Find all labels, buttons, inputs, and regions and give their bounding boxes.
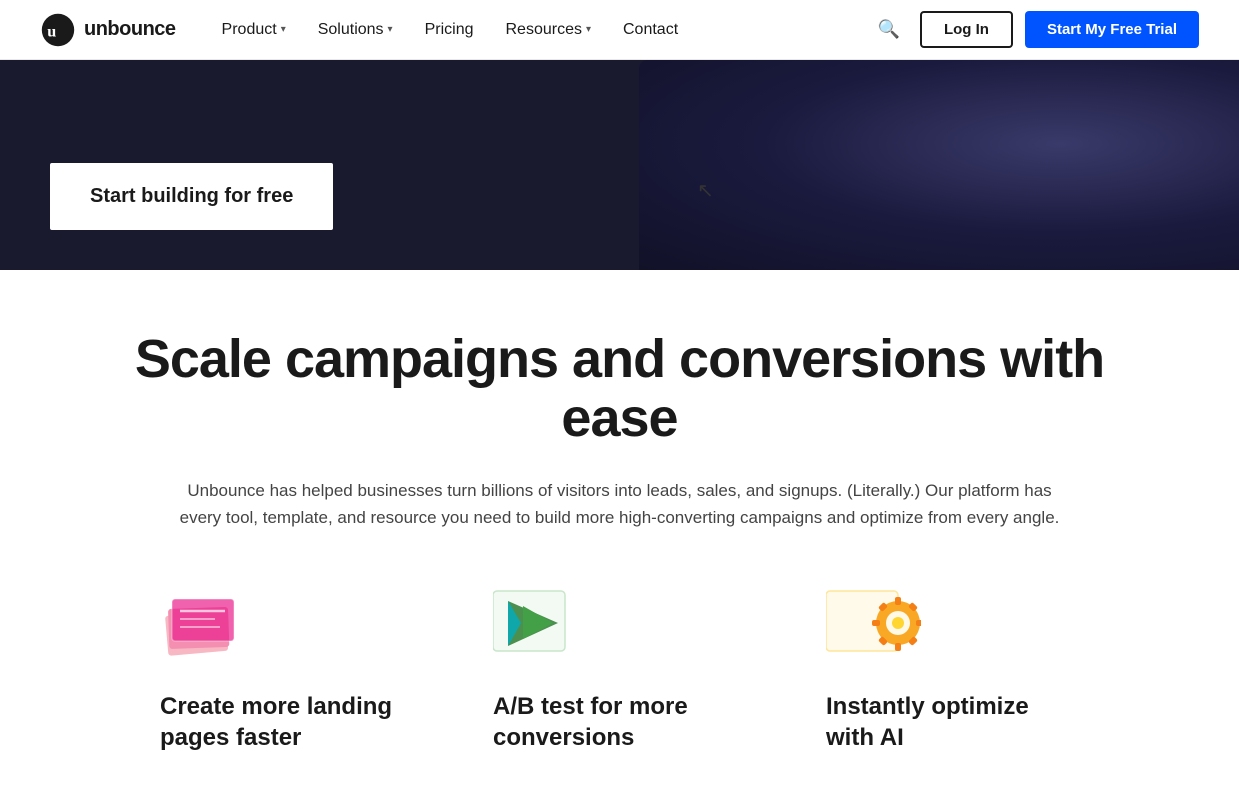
nav-product[interactable]: Product ▾ (208, 13, 300, 47)
hero-background-image (639, 60, 1239, 270)
start-trial-button[interactable]: Start My Free Trial (1025, 11, 1199, 48)
ai-optimize-icon-container (826, 581, 916, 671)
nav-pricing[interactable]: Pricing (411, 13, 488, 47)
search-icon: 🔍 (878, 19, 900, 39)
ab-test-icon-container (493, 581, 583, 671)
feature-ai-optimize: Instantly optimize with AI (786, 581, 1119, 753)
nav-actions: 🔍 Log In Start My Free Trial (870, 11, 1199, 48)
feature-ai-optimize-title: Instantly optimize with AI (826, 691, 1079, 753)
nav-contact[interactable]: Contact (609, 13, 692, 47)
feature-landing-pages: Create more landing pages faster (120, 581, 453, 753)
feature-landing-pages-title: Create more landing pages faster (160, 691, 413, 753)
search-button[interactable]: 🔍 (870, 11, 908, 48)
features-row: Create more landing pages faster A/B (80, 581, 1159, 753)
navbar: u unbounce Product ▾ Solutions ▾ Pricing… (0, 0, 1239, 60)
scale-section: Scale campaigns and conversions with eas… (0, 270, 1239, 794)
layers-icon (160, 581, 245, 661)
landing-pages-icon-container (160, 581, 250, 671)
hero-section: Start building for free (0, 60, 1239, 270)
ab-test-icon (493, 581, 578, 661)
feature-ab-test: A/B test for more conversions (453, 581, 786, 753)
nav-solutions[interactable]: Solutions ▾ (304, 13, 407, 47)
solutions-chevron-icon: ▾ (388, 24, 393, 35)
svg-text:u: u (47, 22, 56, 40)
product-chevron-icon: ▾ (281, 24, 286, 35)
nav-resources[interactable]: Resources ▾ (491, 13, 605, 47)
feature-ab-test-title: A/B test for more conversions (493, 691, 746, 753)
ai-optimize-icon (826, 581, 921, 661)
start-building-button[interactable]: Start building for free (50, 163, 333, 230)
logo-wordmark: unbounce (84, 18, 176, 41)
nav-links: Product ▾ Solutions ▾ Pricing Resources … (208, 13, 870, 47)
resources-chevron-icon: ▾ (586, 24, 591, 35)
unbounce-logo-icon: u (40, 12, 76, 48)
login-button[interactable]: Log In (920, 11, 1013, 48)
scale-subtitle: Unbounce has helped businesses turn bill… (170, 477, 1070, 531)
logo[interactable]: u unbounce (40, 12, 176, 48)
scale-title: Scale campaigns and conversions with eas… (80, 330, 1159, 449)
